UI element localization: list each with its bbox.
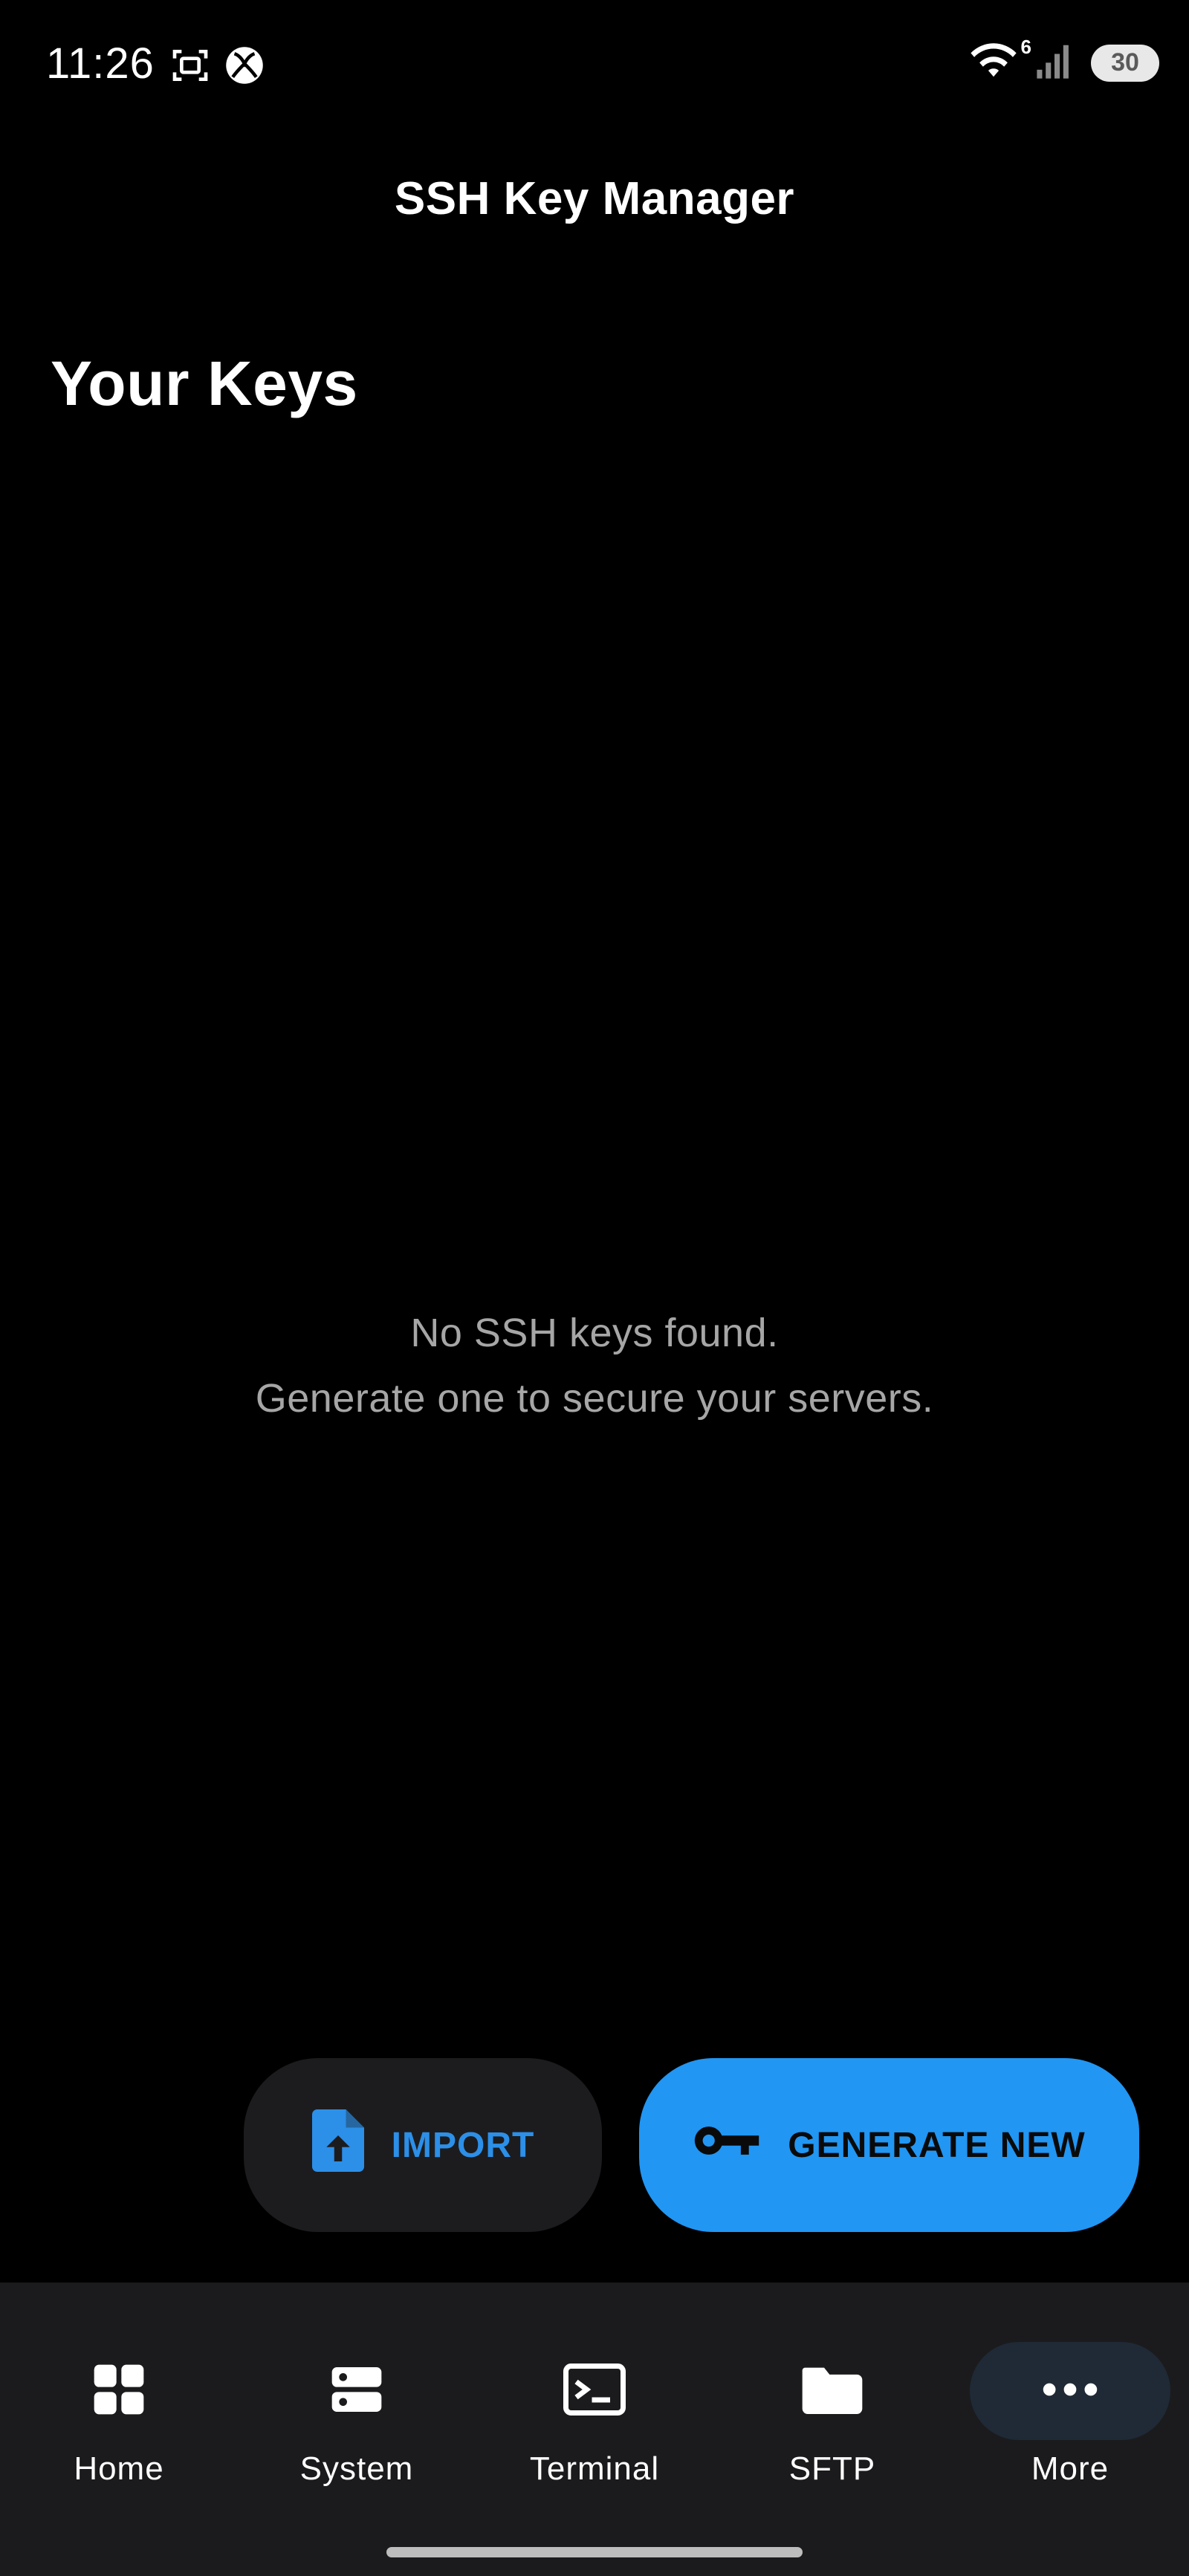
nav-item-more[interactable]: More <box>951 2342 1189 2520</box>
more-icon <box>1042 2381 1098 2402</box>
screenshot-icon <box>169 45 211 90</box>
nav-label-system: System <box>299 2450 414 2487</box>
grid-icon <box>89 2360 149 2423</box>
section-title: Your Keys <box>51 348 358 418</box>
status-left-icons <box>169 45 265 90</box>
wifi-icon: 6 <box>969 36 1031 84</box>
file-upload-icon <box>311 2109 365 2181</box>
server-icon <box>327 2360 386 2423</box>
generate-new-button[interactable]: GENERATE NEW <box>639 2058 1139 2232</box>
nav-label-more: More <box>1031 2450 1109 2487</box>
nav-label-sftp: SFTP <box>788 2450 876 2487</box>
key-icon <box>693 2121 761 2170</box>
bottom-navigation: Home System Terminal SFTP More <box>0 2283 1189 2576</box>
nav-item-home[interactable]: Home <box>0 2342 238 2520</box>
nav-label-terminal: Terminal <box>529 2450 660 2487</box>
signal-icon <box>1034 42 1075 84</box>
import-button[interactable]: IMPORT <box>244 2058 602 2232</box>
nav-item-terminal[interactable]: Terminal <box>476 2342 713 2520</box>
import-label: IMPORT <box>391 2125 535 2165</box>
nav-item-sftp[interactable]: SFTP <box>713 2342 951 2520</box>
status-right-icons: 6 30 <box>969 36 1159 84</box>
battery-level: 30 <box>1111 48 1139 77</box>
empty-state-line-2: Generate one to secure your servers. <box>255 1376 934 1421</box>
folder-icon <box>800 2360 865 2423</box>
battery-icon: 30 <box>1091 44 1159 82</box>
nav-item-system[interactable]: System <box>238 2342 476 2520</box>
nav-label-home: Home <box>74 2450 164 2487</box>
app-bar-title: SSH Key Manager <box>394 173 795 224</box>
empty-state-line-1: No SSH keys found. <box>410 1311 779 1355</box>
home-indicator[interactable] <box>386 2547 803 2557</box>
empty-state: No SSH keys found. Generate one to secur… <box>0 1300 1189 1431</box>
wifi-label: 6 <box>1020 36 1031 58</box>
status-bar: 11:26 6 30 <box>0 0 1189 134</box>
generate-new-label: GENERATE NEW <box>788 2125 1086 2165</box>
terminal-icon <box>563 2360 626 2423</box>
xbox-icon <box>224 45 265 89</box>
status-time: 11:26 <box>46 39 155 88</box>
